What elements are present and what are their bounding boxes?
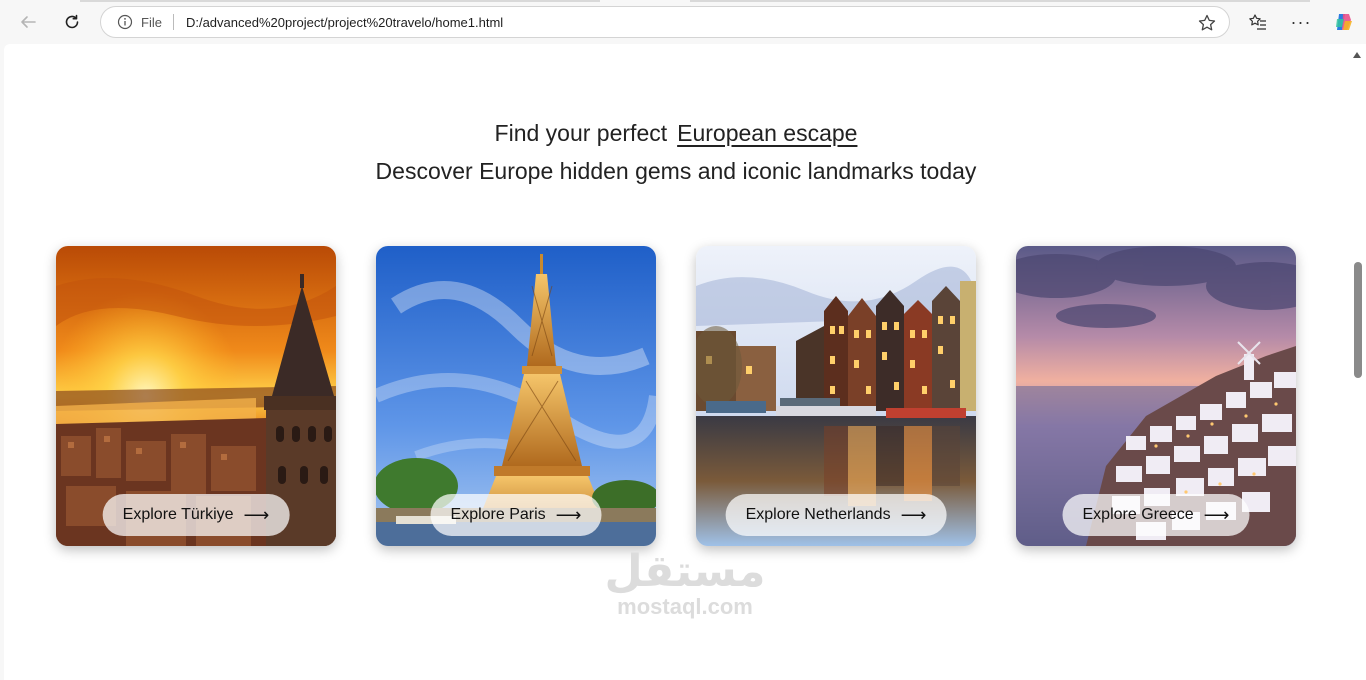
- favorites-icon: [1249, 14, 1266, 30]
- favorites-button[interactable]: [1242, 6, 1274, 38]
- reload-button[interactable]: [56, 6, 88, 38]
- url-text[interactable]: D:/advanced%20project/project%20travelo/…: [186, 15, 503, 30]
- address-bar[interactable]: File D:/advanced%20project/project%20tra…: [100, 6, 1230, 38]
- explore-button-label: Explore Netherlands: [745, 506, 891, 523]
- explore-button-label: Explore Türkiye: [122, 506, 234, 523]
- arrow-right-icon: ⟶: [243, 504, 270, 525]
- more-icon: ···: [1290, 11, 1312, 32]
- destination-card-netherlands[interactable]: Explore Netherlands ⟶: [696, 246, 976, 546]
- tab-strip-edge: [80, 0, 1366, 2]
- page-viewport: Find your perfect European escape Descove…: [4, 44, 1348, 680]
- back-button[interactable]: [12, 6, 44, 38]
- scheme-label: File: [141, 14, 162, 30]
- arrow-right-icon: ⟶: [555, 504, 582, 525]
- scroll-thumb[interactable]: [1354, 262, 1362, 378]
- more-button[interactable]: ···: [1285, 6, 1317, 38]
- watermark-arabic: مستقل: [604, 546, 766, 597]
- back-arrow-icon: [21, 16, 36, 28]
- explore-turkiye-button[interactable]: Explore Türkiye ⟶: [102, 494, 290, 536]
- headline-prefix: Find your perfect: [494, 120, 668, 146]
- destination-card-turkiye[interactable]: Explore Türkiye ⟶: [56, 246, 336, 546]
- address-separator: [172, 14, 174, 30]
- explore-netherlands-button[interactable]: Explore Netherlands ⟶: [725, 494, 947, 536]
- info-icon[interactable]: [117, 14, 133, 30]
- destination-card-greece[interactable]: Explore Greece ⟶: [1016, 246, 1296, 546]
- star-icon[interactable]: [1197, 13, 1217, 33]
- arrow-right-icon: ⟶: [900, 504, 927, 525]
- copilot-icon: [1336, 14, 1352, 30]
- arrow-right-icon: ⟶: [1203, 504, 1230, 525]
- explore-button-label: Explore Greece: [1082, 506, 1194, 523]
- copilot-button[interactable]: [1328, 6, 1360, 38]
- hero-headline: Find your perfect European escape: [4, 120, 1348, 147]
- watermark-latin: mostaql.com: [617, 594, 753, 619]
- watermark: مستقل mostaql.com: [600, 548, 770, 618]
- hero-subheadline: Descover Europe hidden gems and iconic l…: [375, 158, 977, 184]
- explore-paris-button[interactable]: Explore Paris ⟶: [430, 494, 602, 536]
- browser-toolbar: File D:/advanced%20project/project%20tra…: [0, 0, 1366, 44]
- scroll-up-icon[interactable]: [1353, 52, 1361, 58]
- destination-card-paris[interactable]: Explore Paris ⟶: [376, 246, 656, 546]
- explore-button-label: Explore Paris: [450, 506, 546, 523]
- explore-greece-button[interactable]: Explore Greece ⟶: [1062, 494, 1250, 536]
- reload-icon: [65, 14, 79, 29]
- vertical-scrollbar[interactable]: [1348, 44, 1366, 680]
- headline-accent-link[interactable]: European escape: [677, 120, 857, 146]
